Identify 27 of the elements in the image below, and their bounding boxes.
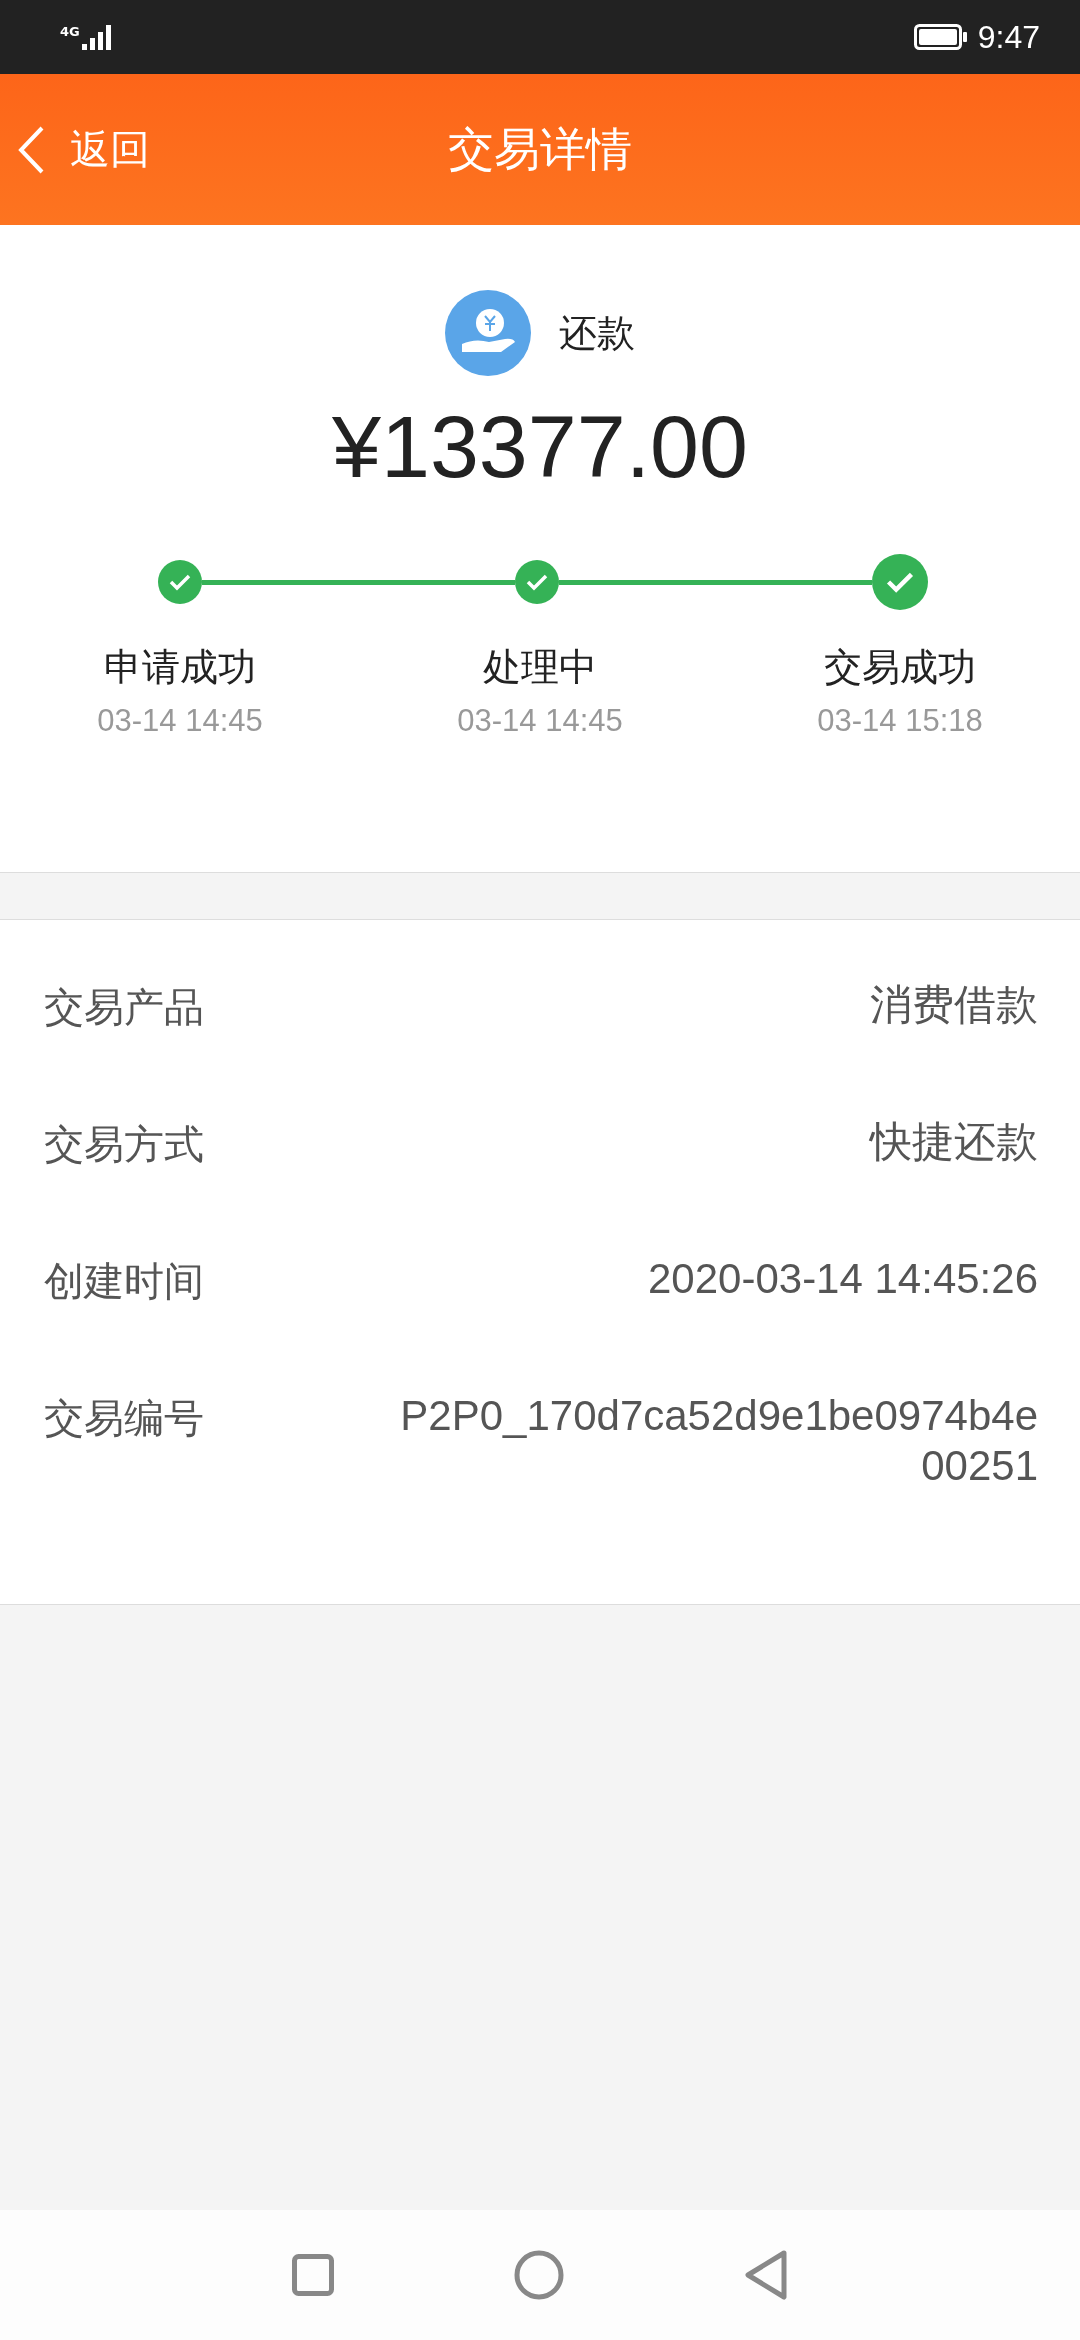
home-icon[interactable]: [514, 2250, 564, 2300]
detail-value: 快捷还款: [870, 1117, 1038, 1167]
step-label: 交易成功: [824, 644, 976, 691]
detail-value: 消费借款: [870, 980, 1038, 1030]
detail-label: 创建时间: [44, 1257, 204, 1306]
transaction-type: 还款: [559, 309, 635, 357]
page-title: 交易详情: [448, 120, 632, 178]
amount-text: ¥13377.00: [332, 396, 748, 498]
detail-label: 交易产品: [44, 983, 204, 1032]
repayment-icon: [445, 290, 531, 376]
step-time: 03-14 14:45: [97, 703, 263, 739]
back-icon[interactable]: [744, 2250, 788, 2300]
step-label: 申请成功: [104, 644, 256, 691]
back-button[interactable]: 返回: [0, 122, 150, 177]
step-time: 03-14 14:45: [457, 703, 623, 739]
check-icon: [158, 560, 202, 604]
detail-label: 交易编号: [44, 1394, 204, 1443]
detail-value: 2020-03-14 14:45:26: [648, 1254, 1038, 1304]
check-icon: [872, 554, 928, 610]
check-icon: [515, 560, 559, 604]
battery-icon: [913, 24, 968, 50]
detail-label: 交易方式: [44, 1120, 204, 1169]
step-label: 处理中: [483, 644, 597, 691]
detail-value: P2P0_170d7ca52d9e1be0974b4e00251: [399, 1391, 1038, 1492]
clock-time: 9:47: [977, 18, 1040, 56]
step-time: 03-14 15:18: [817, 703, 983, 739]
recents-icon[interactable]: [292, 2254, 334, 2296]
